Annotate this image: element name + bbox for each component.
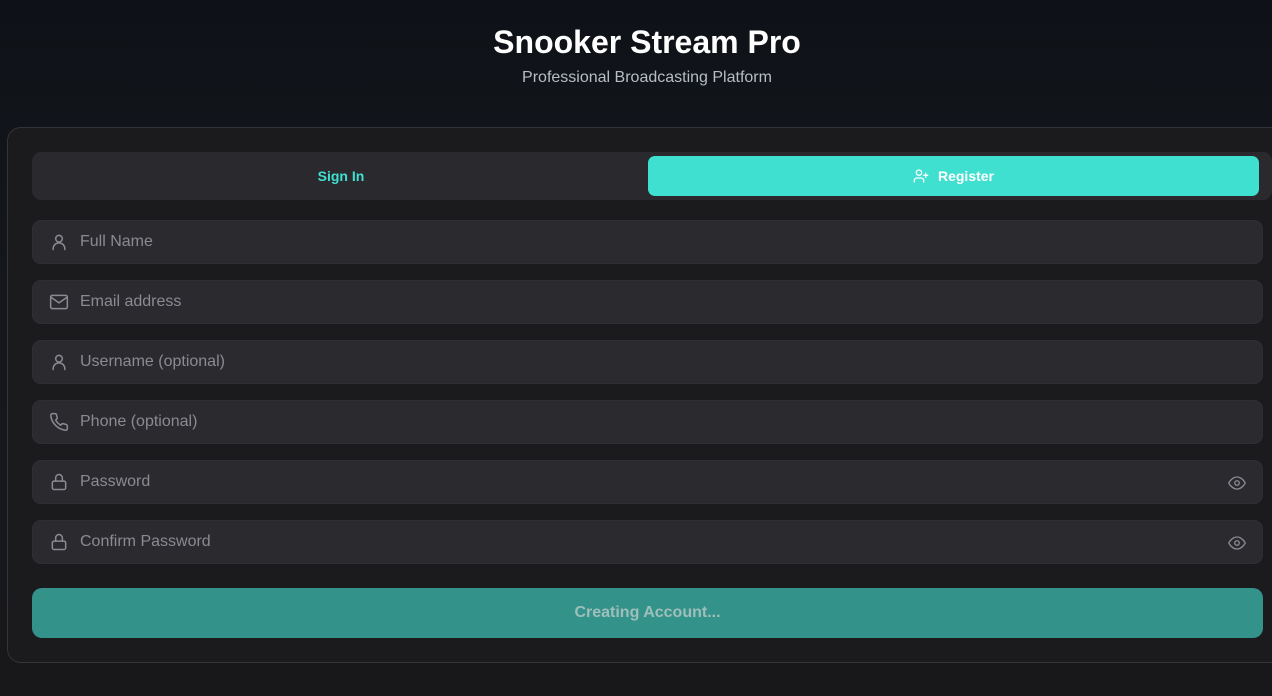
mail-icon xyxy=(49,294,69,310)
auth-tabs: Sign In Register xyxy=(32,152,1272,200)
lock-icon xyxy=(51,473,67,491)
eye-icon[interactable] xyxy=(1227,534,1247,552)
phone-field-wrapper xyxy=(32,400,1263,444)
app-title: Snooker Stream Pro xyxy=(493,24,801,60)
lock-icon xyxy=(51,533,67,551)
full-name-input[interactable] xyxy=(80,221,1210,263)
username-input[interactable] xyxy=(80,341,1210,383)
confirm-password-field-wrapper xyxy=(32,520,1263,564)
auth-card: Sign In Register Full Name Email address… xyxy=(7,127,1272,663)
phone-input[interactable] xyxy=(80,401,1210,443)
email-field-wrapper xyxy=(32,280,1263,324)
tab-register[interactable]: Register xyxy=(648,156,1259,196)
user-plus-icon xyxy=(913,169,929,183)
phone-icon xyxy=(50,412,69,431)
email-input[interactable] xyxy=(80,281,1210,323)
user-icon xyxy=(52,354,66,371)
password-field-wrapper xyxy=(32,460,1263,504)
create-account-button-label: Creating Account... xyxy=(574,604,721,621)
tab-register-label: Register xyxy=(937,168,995,184)
app-subtitle: Professional Broadcasting Platform xyxy=(522,69,772,86)
user-icon xyxy=(52,234,66,251)
confirm-password-input[interactable] xyxy=(80,521,1210,563)
username-field-wrapper xyxy=(32,340,1263,384)
full-name-field-wrapper xyxy=(32,220,1263,264)
eye-icon[interactable] xyxy=(1227,474,1247,492)
tab-sign-in[interactable]: Sign In xyxy=(32,156,650,196)
create-account-button[interactable]: Creating Account... xyxy=(32,588,1263,638)
password-input[interactable] xyxy=(80,461,1210,503)
tab-sign-in-label: Sign In xyxy=(317,168,365,184)
